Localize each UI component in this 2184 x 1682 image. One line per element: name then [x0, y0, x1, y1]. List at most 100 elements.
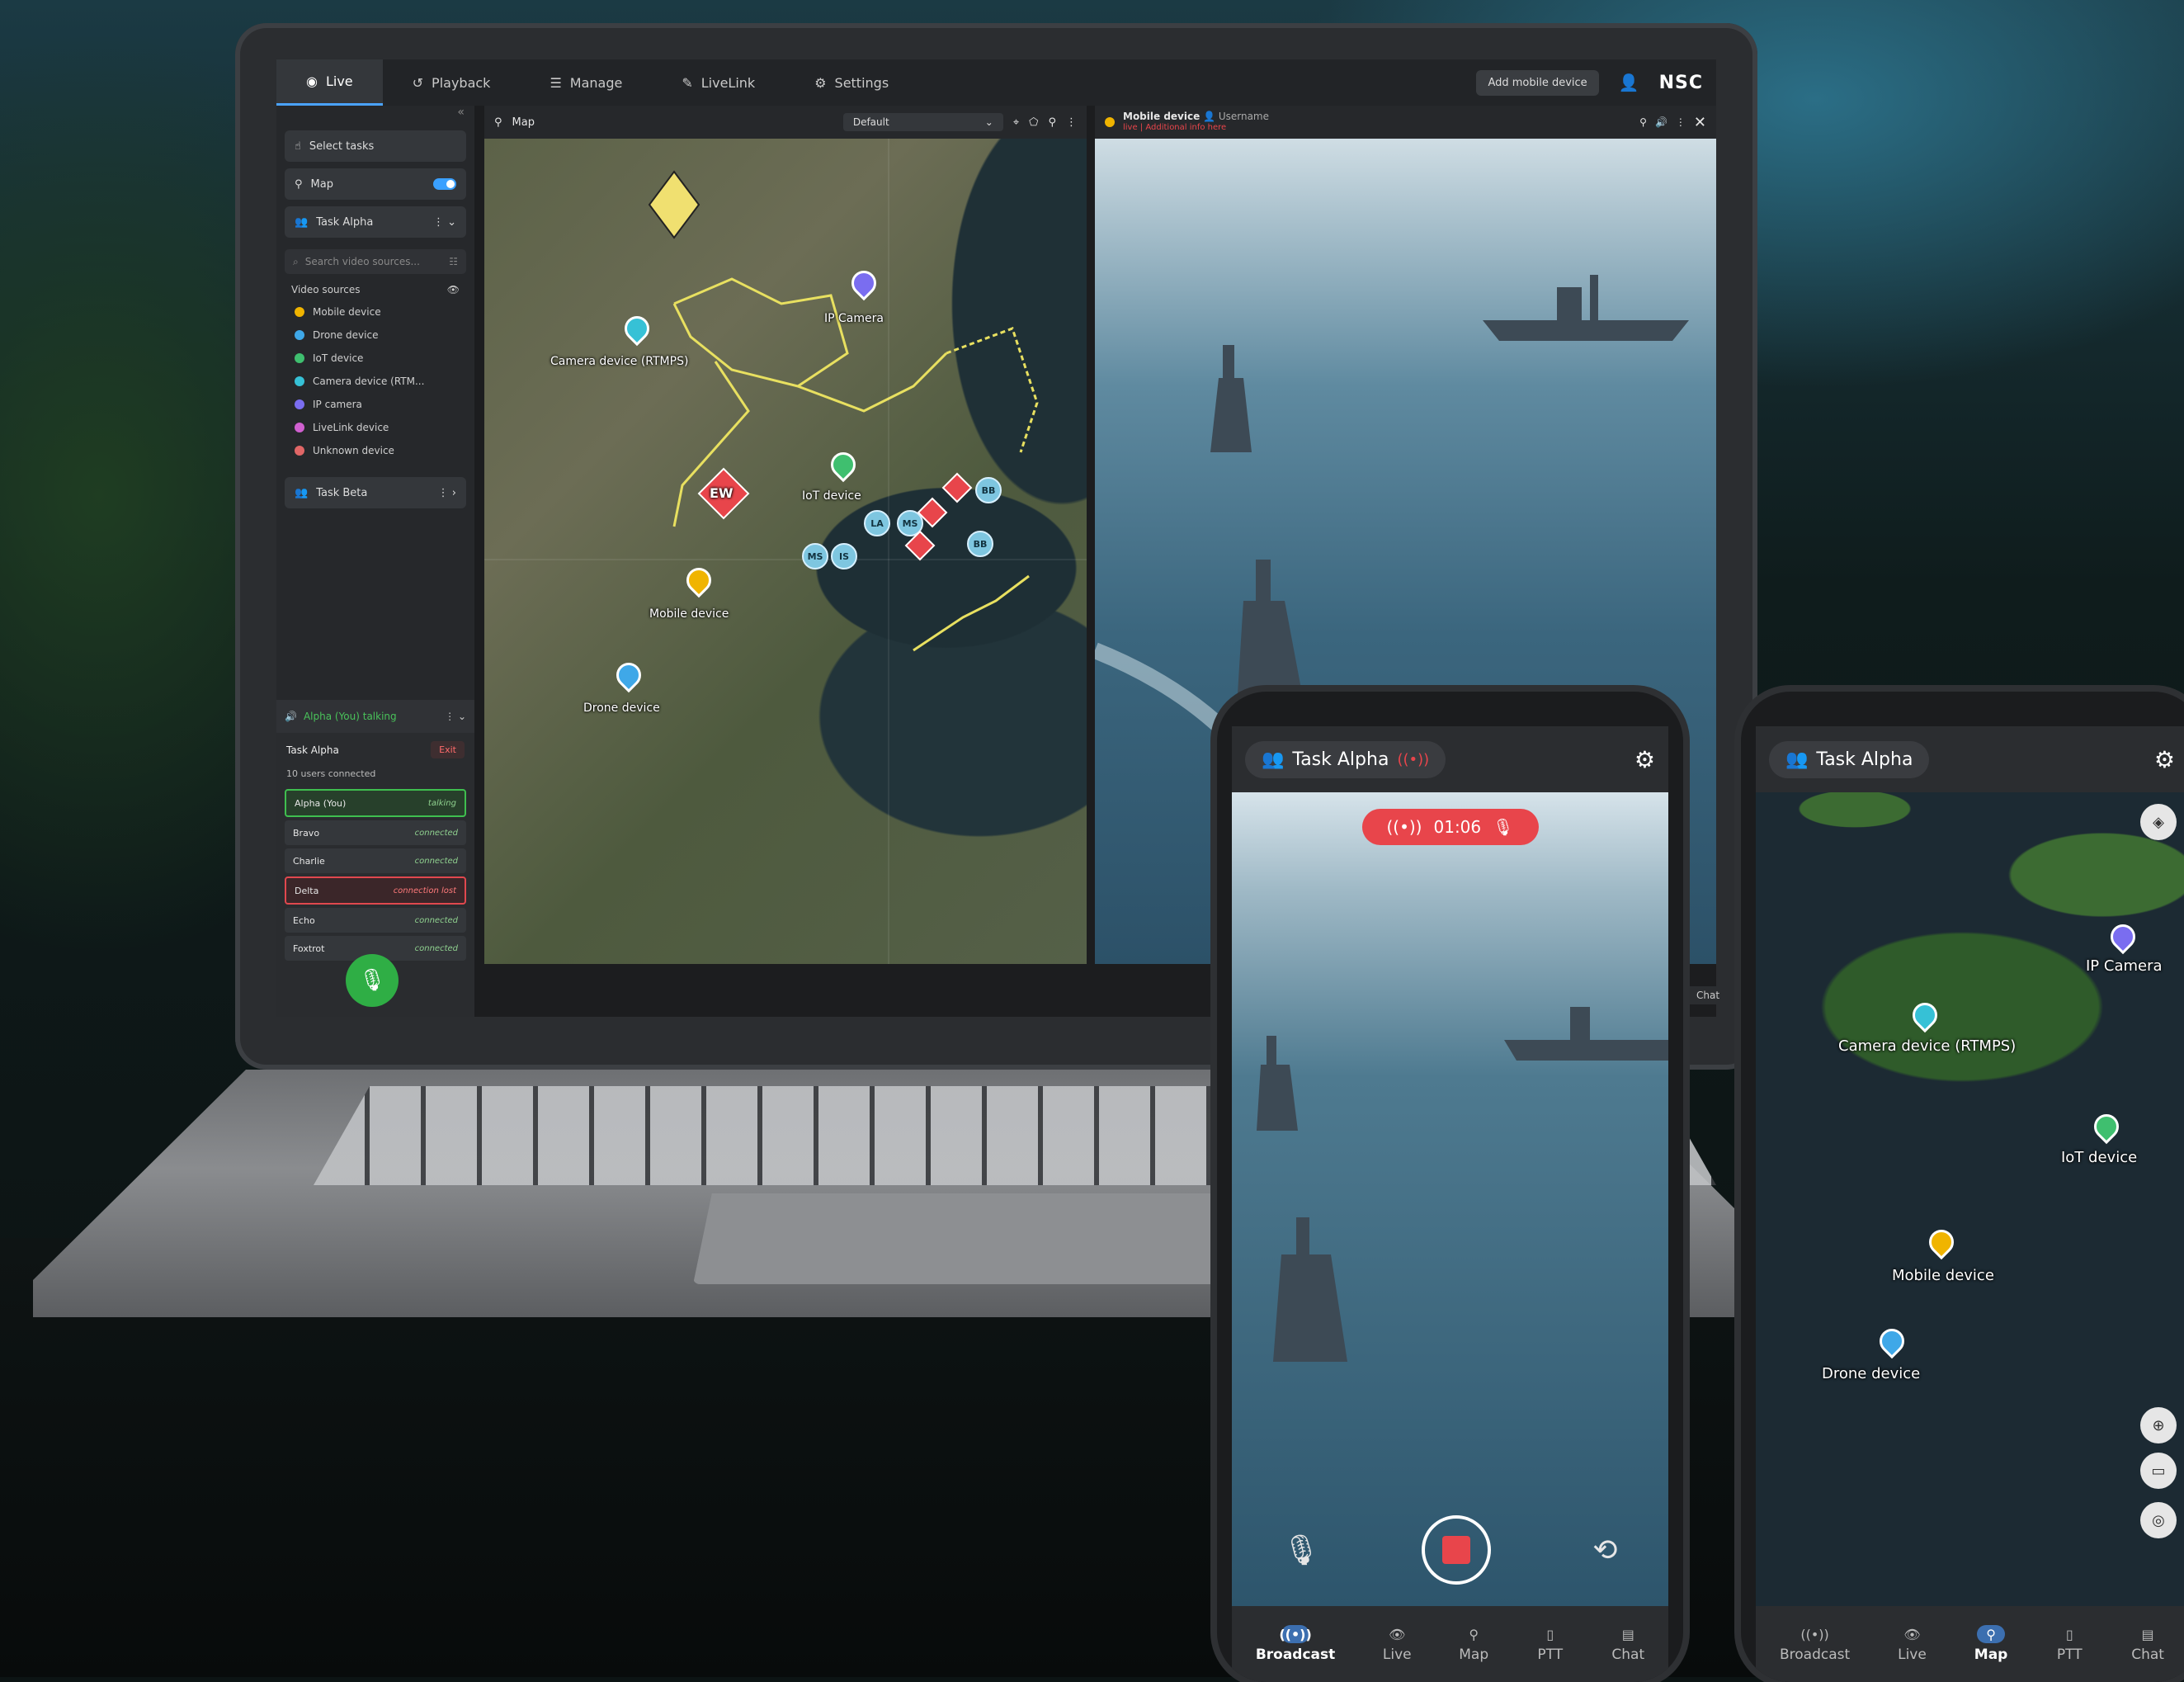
tab-livelink[interactable]: ✎ LiveLink [652, 59, 785, 106]
collapse-sidebar-icon[interactable]: « [276, 106, 474, 124]
more-options-icon[interactable]: ⋮ ⌄ [433, 216, 456, 229]
task-beta-row[interactable]: 👥 Task Beta ⋮ › [285, 477, 466, 508]
nav-item-map[interactable]: ⚲ Map [1974, 1625, 2007, 1663]
stop-recording-button[interactable] [1422, 1515, 1492, 1585]
drone-device-marker[interactable] [1874, 1323, 1910, 1359]
iot-device-marker[interactable] [2088, 1108, 2125, 1145]
camera-preview[interactable]: ((•)) 01:06 🎙 [1232, 792, 1668, 1606]
ptt-status-text: Alpha (You) talking [303, 711, 397, 722]
gear-icon: ⚙ [814, 74, 827, 91]
unit-marker-is[interactable]: IS [831, 543, 857, 569]
more-options-icon[interactable]: ⋮ [1066, 116, 1077, 129]
camera-device-marker[interactable] [1907, 997, 1943, 1033]
ptt-user-row[interactable]: Delta connection lost [285, 876, 466, 905]
phone-bottom-nav: ((•)) Broadcast 👁 Live ⚲ Map ▯ PTT ▤ Chat [1756, 1606, 2184, 1682]
mobile-device-marker[interactable] [1923, 1224, 1960, 1260]
nav-item-chat[interactable]: ▤ Chat [1611, 1625, 1644, 1664]
ptt-header[interactable]: 🔊 Alpha (You) talking ⋮ ⌄ [276, 700, 474, 733]
nav-item-live[interactable]: 👁 Live [1382, 1625, 1412, 1664]
nav-item-map[interactable]: ⚲ Map [1459, 1625, 1488, 1664]
push-to-talk-button[interactable]: 🎙 [346, 954, 399, 1007]
eye-icon[interactable]: 👁 [447, 284, 460, 295]
ptt-user-row[interactable]: Alpha (You) talking [285, 789, 466, 817]
tab-label: Playback [432, 74, 491, 91]
ruler-icon[interactable]: ▭ [2140, 1453, 2177, 1489]
eye-icon: 👁 [1903, 1626, 1921, 1642]
pin-icon[interactable]: ⚲ [1048, 116, 1056, 129]
video-sources-header[interactable]: Video sources 👁 [276, 279, 474, 300]
pin-icon[interactable]: ⚲ [1639, 116, 1647, 128]
locate-icon[interactable]: ◎ [2140, 1502, 2177, 1538]
video-source-item[interactable]: Drone device [276, 324, 474, 347]
video-sources-list: Mobile device Drone device IoT device Camer… [276, 300, 474, 462]
video-source-item[interactable]: IP camera [276, 393, 474, 416]
users-connected-count: 10 users connected [286, 768, 376, 779]
task-title-pill[interactable]: 👥 Task Alpha ((•)) [1245, 740, 1446, 778]
close-icon[interactable]: ✕ [1694, 114, 1706, 131]
select-tasks-button[interactable]: ☝ Select tasks [285, 130, 466, 162]
unit-marker-bb[interactable]: BB [975, 477, 1002, 503]
unit-marker-la[interactable]: LA [864, 510, 890, 536]
nav-item-chat[interactable]: ▤ Chat [2131, 1625, 2164, 1664]
nav-item-ptt[interactable]: ▯ PTT [1536, 1625, 1564, 1664]
tab-settings[interactable]: ⚙ Settings [785, 59, 918, 106]
mobile-device-label: Mobile device [1892, 1267, 1994, 1284]
ptt-user-row[interactable]: Bravo connected [285, 820, 466, 845]
gear-icon[interactable]: ⚙ [1634, 746, 1655, 773]
video-source-item[interactable]: Camera device (RTM... [276, 370, 474, 393]
tab-manage[interactable]: ☰ Manage [520, 59, 652, 106]
user-status: connected [414, 943, 458, 953]
map-layer-value: Default [852, 116, 889, 128]
video-source-item[interactable]: Unknown device [276, 439, 474, 462]
video-meta: live | Additional info here [1123, 123, 1227, 132]
shape-icon[interactable]: ⬠ [1029, 116, 1038, 129]
task-alpha-row[interactable]: 👥 Task Alpha ⋮ ⌄ [285, 206, 466, 238]
map-layer-select[interactable]: Default ⌄ [842, 113, 1003, 131]
map-toggle-switch[interactable] [433, 178, 456, 190]
group-icon: 👥 [1262, 749, 1285, 770]
exit-button[interactable]: Exit [431, 741, 465, 758]
filter-icon[interactable]: ☷ [449, 256, 458, 267]
phone-map-view[interactable]: ◈ IP Camera Camera device (RTMPS) IoT de… [1756, 792, 2184, 1606]
nav-label: Live [1382, 1647, 1412, 1663]
pin-icon: ⚲ [1977, 1625, 2006, 1643]
target-icon[interactable]: ⌖ [1013, 116, 1019, 129]
more-options-icon[interactable]: ⋮ [1676, 116, 1686, 128]
nav-item-broadcast[interactable]: ((•)) Broadcast [1780, 1625, 1850, 1664]
video-source-item[interactable]: LiveLink device [276, 416, 474, 439]
tab-live[interactable]: ◉ Live [276, 59, 383, 106]
video-source-item[interactable]: Mobile device [276, 300, 474, 324]
ip-camera-marker[interactable] [2105, 919, 2141, 955]
ew-marker[interactable]: EW [710, 485, 734, 501]
gear-icon[interactable]: ⚙ [2154, 746, 2175, 773]
unit-marker-bb[interactable]: BB [967, 531, 993, 557]
unit-marker-ms[interactable]: MS [802, 543, 828, 569]
nav-item-ptt[interactable]: ▯ PTT [2055, 1625, 2083, 1664]
microphone-icon[interactable]: 🎙 [1283, 1533, 1321, 1567]
pin-icon: ⚲ [1469, 1626, 1479, 1642]
zoom-icon[interactable]: ⊕ [2140, 1407, 2177, 1443]
add-mobile-device-button[interactable]: Add mobile device [1476, 69, 1599, 96]
user-name: Charlie [293, 855, 325, 867]
ptt-menu-icon[interactable]: ⋮ ⌄ [445, 711, 466, 722]
video-source-label: Drone device [313, 329, 379, 341]
list-icon: ☰ [550, 74, 562, 91]
switch-camera-icon[interactable]: ⟲ [1592, 1533, 1617, 1567]
ptt-user-row[interactable]: Charlie connected [285, 848, 466, 873]
nav-item-live[interactable]: 👁 Live [1898, 1625, 1927, 1664]
map-toggle-row[interactable]: ⚲ Map [285, 168, 466, 200]
search-video-sources-input[interactable]: ⌕ Search video sources... ☷ [285, 249, 466, 274]
chat-tab[interactable]: Chat [1690, 986, 1727, 1004]
nav-item-broadcast[interactable]: ((•)) Broadcast [1256, 1625, 1335, 1663]
satellite-map[interactable]: EW IP Camera Camera device (RTMPS) IoT d… [484, 139, 1087, 964]
volume-icon[interactable]: 🔊 [1655, 116, 1667, 128]
ptt-user-row[interactable]: Echo connected [285, 908, 466, 933]
tab-playback[interactable]: ↺ Playback [383, 59, 521, 106]
expand-icon[interactable]: ⋮ › [438, 487, 456, 499]
video-source-item[interactable]: IoT device [276, 347, 474, 370]
user-name: Alpha (You) [295, 797, 347, 809]
user-icon[interactable]: 👤 [1619, 73, 1639, 92]
video-source-label: Unknown device [313, 445, 394, 456]
task-title-pill[interactable]: 👥 Task Alpha [1769, 740, 1930, 778]
layers-icon[interactable]: ◈ [2140, 804, 2177, 840]
